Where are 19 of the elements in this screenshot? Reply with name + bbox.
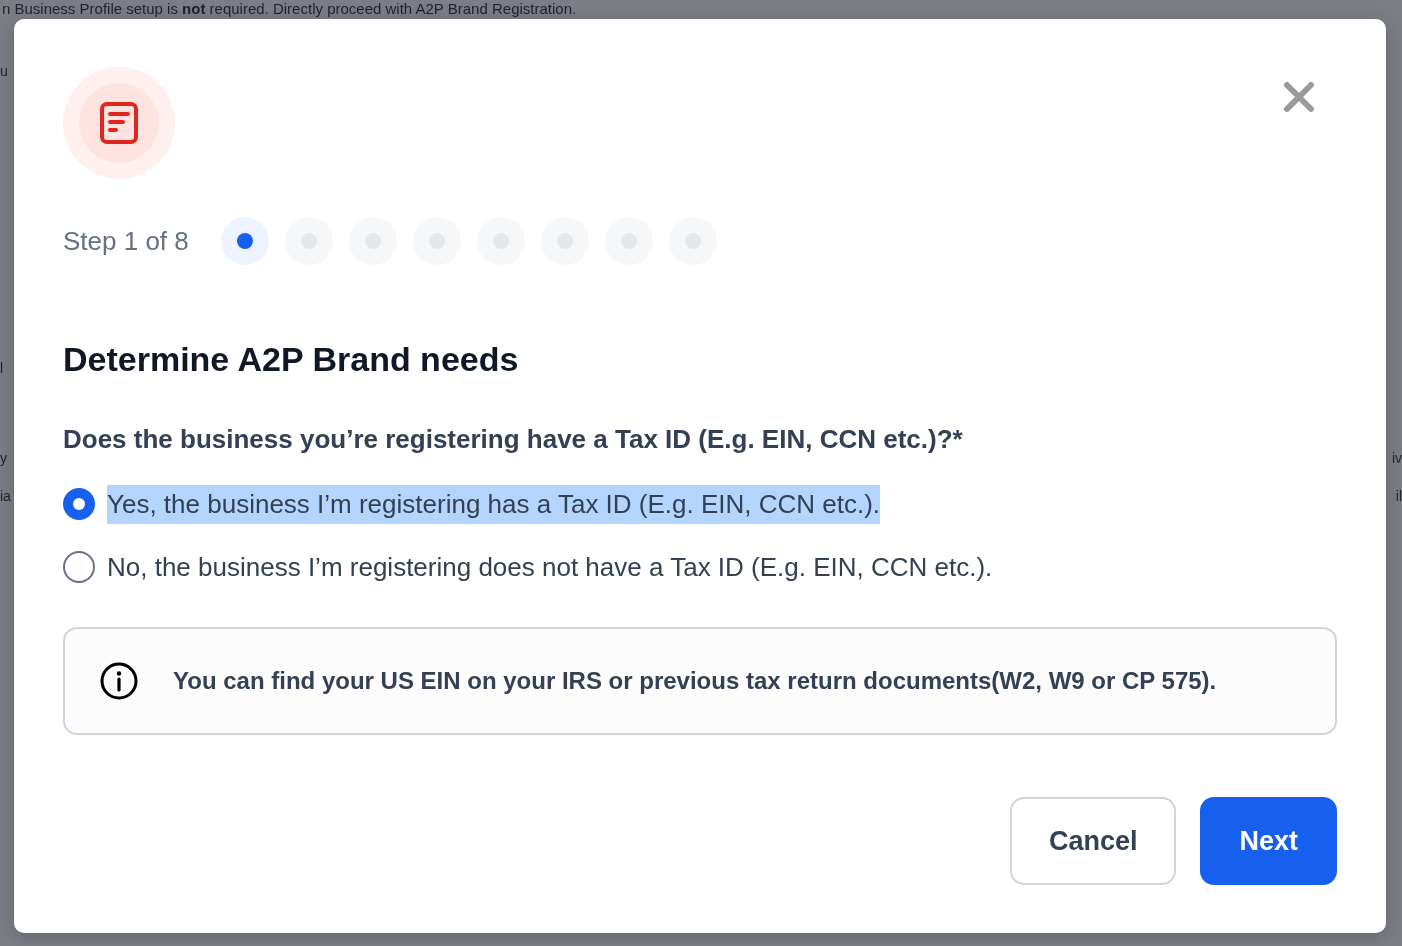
info-text: You can find your US EIN on your IRS or previous tax return documents(W2, W9 or CP 575).: [173, 665, 1217, 696]
background-text-fragment: ia: [0, 489, 11, 503]
close-button[interactable]: [1283, 81, 1315, 113]
radio-button[interactable]: [63, 488, 95, 521]
background-notice-text: n Business Profile setup is not required. Directly proceed with A2P Brand Registration.: [1, 0, 578, 18]
background-text-fragment: il: [1395, 489, 1402, 503]
question-text: Does the business you’re registering have a Tax ID (E.g. EIN, CCN etc.)?*: [63, 422, 964, 456]
radio-button[interactable]: [63, 551, 95, 584]
background-text-fragment: l: [0, 361, 4, 375]
step-counter-text: Step 1 of 8: [63, 224, 189, 258]
background-text-fragment: u: [0, 64, 8, 78]
next-button[interactable]: Next: [1200, 796, 1337, 885]
background-text-fragment: y: [0, 451, 7, 465]
background-text-fragment: iv: [1391, 451, 1402, 465]
dialog-title: Determine A2P Brand needs: [63, 339, 520, 380]
radio-option-label[interactable]: Yes, the business I’m registering has a Tax ID (E.g. EIN, CCN etc.).: [107, 484, 881, 524]
cancel-button[interactable]: Cancel: [1009, 796, 1177, 885]
info-icon: [99, 660, 139, 701]
radio-option-label[interactable]: No, the business I’m registering does not have a Tax ID (E.g. EIN, CCN etc.).: [107, 547, 993, 587]
